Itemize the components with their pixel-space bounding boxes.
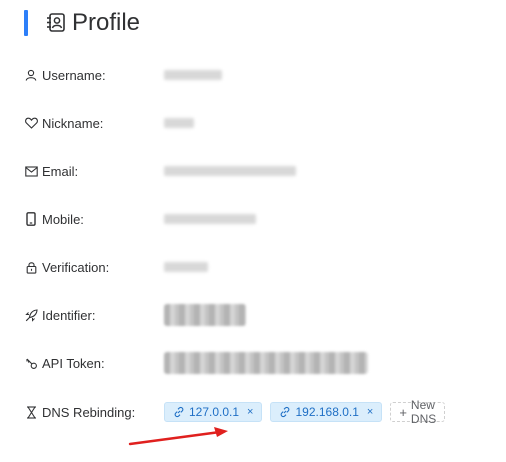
redacted-value xyxy=(164,118,194,128)
field-label-verification: Verification: xyxy=(42,259,110,275)
field-label-email: Email: xyxy=(42,163,79,179)
phone-icon xyxy=(24,212,38,226)
field-label-dns-rebinding: DNS Rebinding: xyxy=(42,404,136,420)
redacted-value xyxy=(164,352,368,374)
close-icon[interactable]: × xyxy=(367,406,373,418)
field-value-nickname xyxy=(164,112,194,134)
field-value-email xyxy=(164,160,296,182)
dns-tag-list: 127.0.0.1 × 192.168.0.1 × + New DNS xyxy=(164,398,446,426)
rocket-icon xyxy=(24,308,38,322)
heart-icon xyxy=(24,116,38,130)
new-dns-button[interactable]: + New DNS xyxy=(390,398,446,426)
dns-tag-label: 127.0.0.1 xyxy=(189,405,240,419)
mail-icon xyxy=(24,164,38,178)
close-icon[interactable]: × xyxy=(247,406,253,418)
field-row-verification: Verification: xyxy=(24,256,208,278)
field-value-username xyxy=(164,64,222,86)
new-dns-label: New DNS xyxy=(410,398,437,426)
field-label-mobile: Mobile: xyxy=(42,211,84,227)
redacted-value xyxy=(164,214,256,224)
field-label-identifier: Identifier: xyxy=(42,307,96,323)
dns-tag[interactable]: 127.0.0.1 × xyxy=(164,402,263,422)
plus-icon: + xyxy=(399,404,407,420)
redacted-value xyxy=(164,304,246,326)
page-title: Profile xyxy=(72,9,141,36)
lock-icon xyxy=(24,260,38,274)
field-value-mobile xyxy=(164,208,256,230)
link-icon xyxy=(173,406,185,418)
field-value-api-token xyxy=(164,352,368,374)
field-row-username: Username: xyxy=(24,64,222,86)
key-icon xyxy=(24,356,38,370)
accent-bar xyxy=(24,10,28,36)
field-label-username: Username: xyxy=(42,67,106,83)
hourglass-icon xyxy=(24,405,38,419)
profile-card-icon xyxy=(46,12,66,34)
field-value-verification xyxy=(164,256,208,278)
field-row-identifier: Identifier: xyxy=(24,304,246,326)
annotation-arrow-icon xyxy=(128,427,228,446)
dns-tag-label: 192.168.0.1 xyxy=(295,405,359,419)
link-icon xyxy=(279,406,291,418)
field-row-email: Email: xyxy=(24,160,296,182)
profile-page: Profile Username: Nickname: Email: Mobil… xyxy=(0,0,506,462)
field-row-dns-rebinding: DNS Rebinding: 127.0.0.1 × 192.168.0.1 ×… xyxy=(24,398,446,426)
redacted-value xyxy=(164,70,222,80)
field-row-api-token: API Token: xyxy=(24,352,368,374)
field-value-identifier xyxy=(164,304,246,326)
user-icon xyxy=(24,68,38,82)
redacted-value xyxy=(164,166,296,176)
field-label-api-token: API Token: xyxy=(42,355,105,371)
dns-tag[interactable]: 192.168.0.1 × xyxy=(270,402,383,422)
redacted-value xyxy=(164,262,208,272)
field-row-nickname: Nickname: xyxy=(24,112,194,134)
field-label-nickname: Nickname: xyxy=(42,115,104,131)
field-row-mobile: Mobile: xyxy=(24,208,256,230)
profile-header: Profile xyxy=(24,8,140,38)
